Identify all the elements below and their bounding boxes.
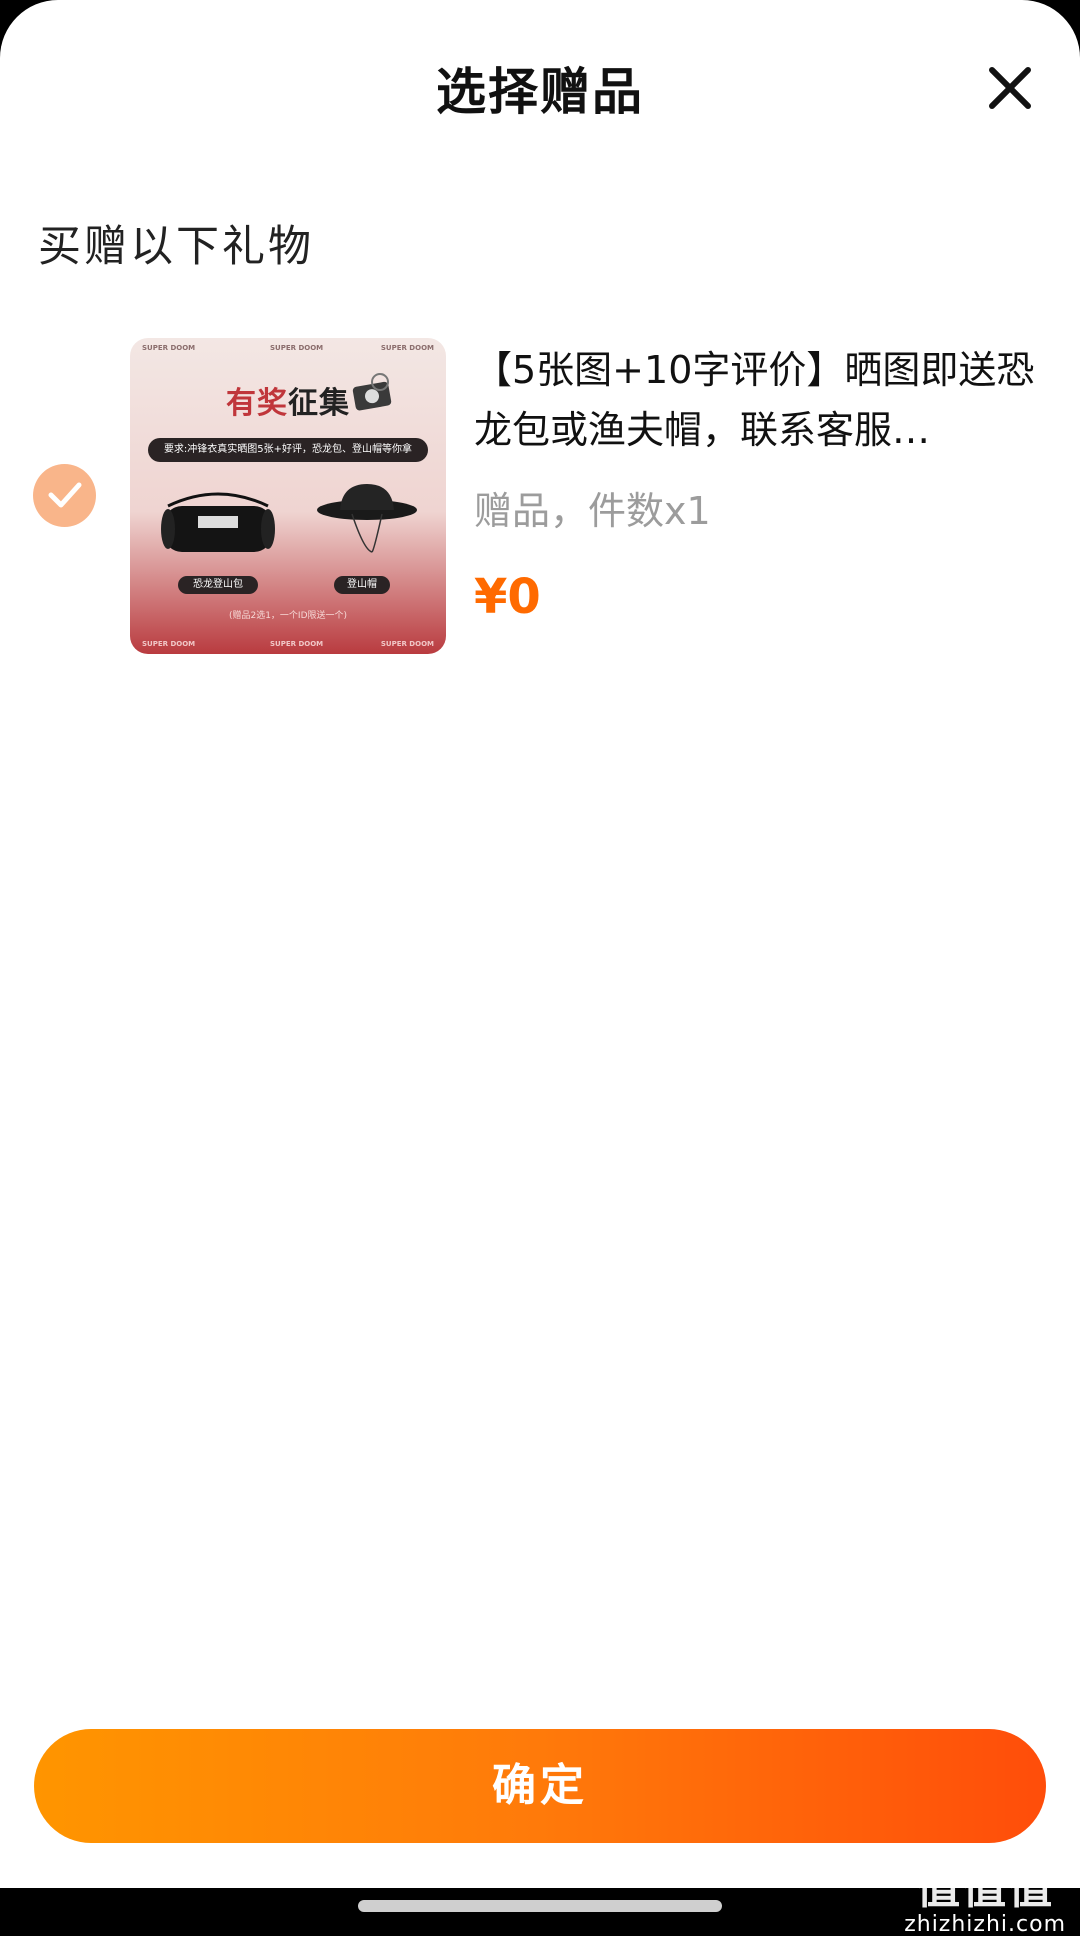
thumb-note: (赠品2选1，一个ID限送一个) — [228, 611, 348, 621]
thumb-brand: SUPER DOOM — [270, 640, 324, 648]
gift-selection-sheet: 选择赠品 买赠以下礼物 SUPER DOOM SUPER DOOM SUPER … — [0, 0, 1080, 1888]
home-indicator[interactable] — [358, 1900, 722, 1912]
thumb-brand: SUPER DOOM — [142, 640, 196, 648]
close-button[interactable] — [980, 58, 1040, 118]
watermark-logo: 值值值 — [916, 1863, 1055, 1914]
thumb-headline-red: 有奖 — [226, 386, 288, 421]
bucket-hat-icon — [317, 484, 417, 553]
gift-thumbnail[interactable]: SUPER DOOM SUPER DOOM SUPER DOOM 有奖征集 要求… — [130, 338, 446, 654]
watermark: 值值值 zhizhizhi.com — [904, 1852, 1066, 1936]
gift-subtitle: 赠品，件数x1 — [474, 489, 711, 533]
camera-sticker-icon — [352, 373, 392, 411]
section-label: 买赠以下礼物 — [38, 222, 314, 272]
gift-item[interactable]: SUPER DOOM SUPER DOOM SUPER DOOM 有奖征集 要求… — [0, 334, 1080, 654]
check-icon — [48, 482, 82, 508]
screen: 选择赠品 买赠以下礼物 SUPER DOOM SUPER DOOM SUPER … — [0, 0, 1080, 1936]
gift-price: ¥0 — [474, 569, 541, 625]
close-icon — [989, 67, 1031, 109]
thumb-requirement: 要求:冲锋衣真实晒图5张+好评，恐龙包、登山帽等你拿 — [148, 438, 428, 462]
thumb-brand: SUPER DOOM — [142, 344, 196, 352]
thumb-brand: SUPER DOOM — [380, 640, 434, 648]
dinosaur-bag-icon — [161, 492, 275, 552]
sheet-title: 选择赠品 — [436, 63, 644, 121]
confirm-button[interactable]: 确定 — [34, 1729, 1046, 1843]
thumb-brand: SUPER DOOM — [380, 344, 434, 352]
thumb-item-right-label: 登山帽 — [334, 576, 390, 594]
thumb-headline: 有奖征集 — [130, 378, 446, 422]
gift-title[interactable]: 【5张图+10字评价】晒图即送恐龙包或渔夫帽，联系客服… — [474, 340, 1054, 460]
gift-info: 【5张图+10字评价】晒图即送恐龙包或渔夫帽，联系客服… 赠品，件数x1 ¥0 — [474, 334, 1054, 625]
thumb-item-left-label: 恐龙登山包 — [178, 576, 258, 594]
thumb-headline-dark: 征集 — [288, 386, 350, 421]
gift-checkbox[interactable] — [33, 464, 96, 527]
thumb-brand: SUPER DOOM — [270, 344, 324, 352]
